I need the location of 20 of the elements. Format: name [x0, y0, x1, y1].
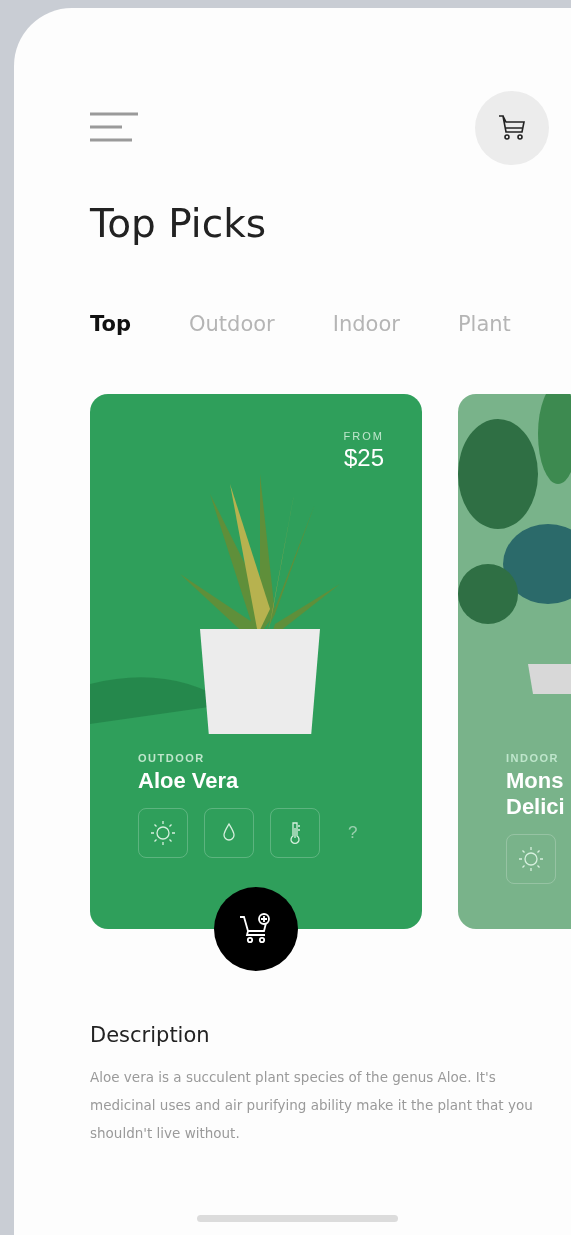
sun-icon [150, 820, 176, 846]
cart-icon [497, 113, 527, 143]
price: $25 [343, 444, 384, 472]
plant-category: INDOOR [506, 752, 560, 764]
help-mark[interactable]: ? [348, 823, 358, 843]
price-label: FROM [343, 430, 384, 442]
sun-icon [518, 846, 544, 872]
page-title: Top Picks [90, 200, 268, 248]
section-heading: Description [90, 1023, 211, 1047]
plant-card[interactable]: FROM $25 OUTDOOR Aloe Vera ? [90, 394, 422, 929]
category-tab[interactable]: Plant [457, 312, 511, 336]
plant-name: Aloe Vera [138, 768, 240, 794]
category-tab[interactable]: Top [90, 312, 131, 336]
menu-icon[interactable] [90, 112, 140, 144]
plant-category: OUTDOOR [138, 752, 206, 764]
category-tab[interactable]: Indoor [332, 312, 400, 336]
plant-card[interactable]: INDOOR Mons Delici [458, 394, 571, 929]
plant-name: Mons Delici [506, 768, 565, 820]
description-text: Aloe vera is a succulent plant species of the genus Aloe. It's medicinal uses and air purifying ability make it the plant that you shouldn't live without. [90, 1068, 534, 1143]
category-tab[interactable]: Outdoor [189, 312, 275, 336]
